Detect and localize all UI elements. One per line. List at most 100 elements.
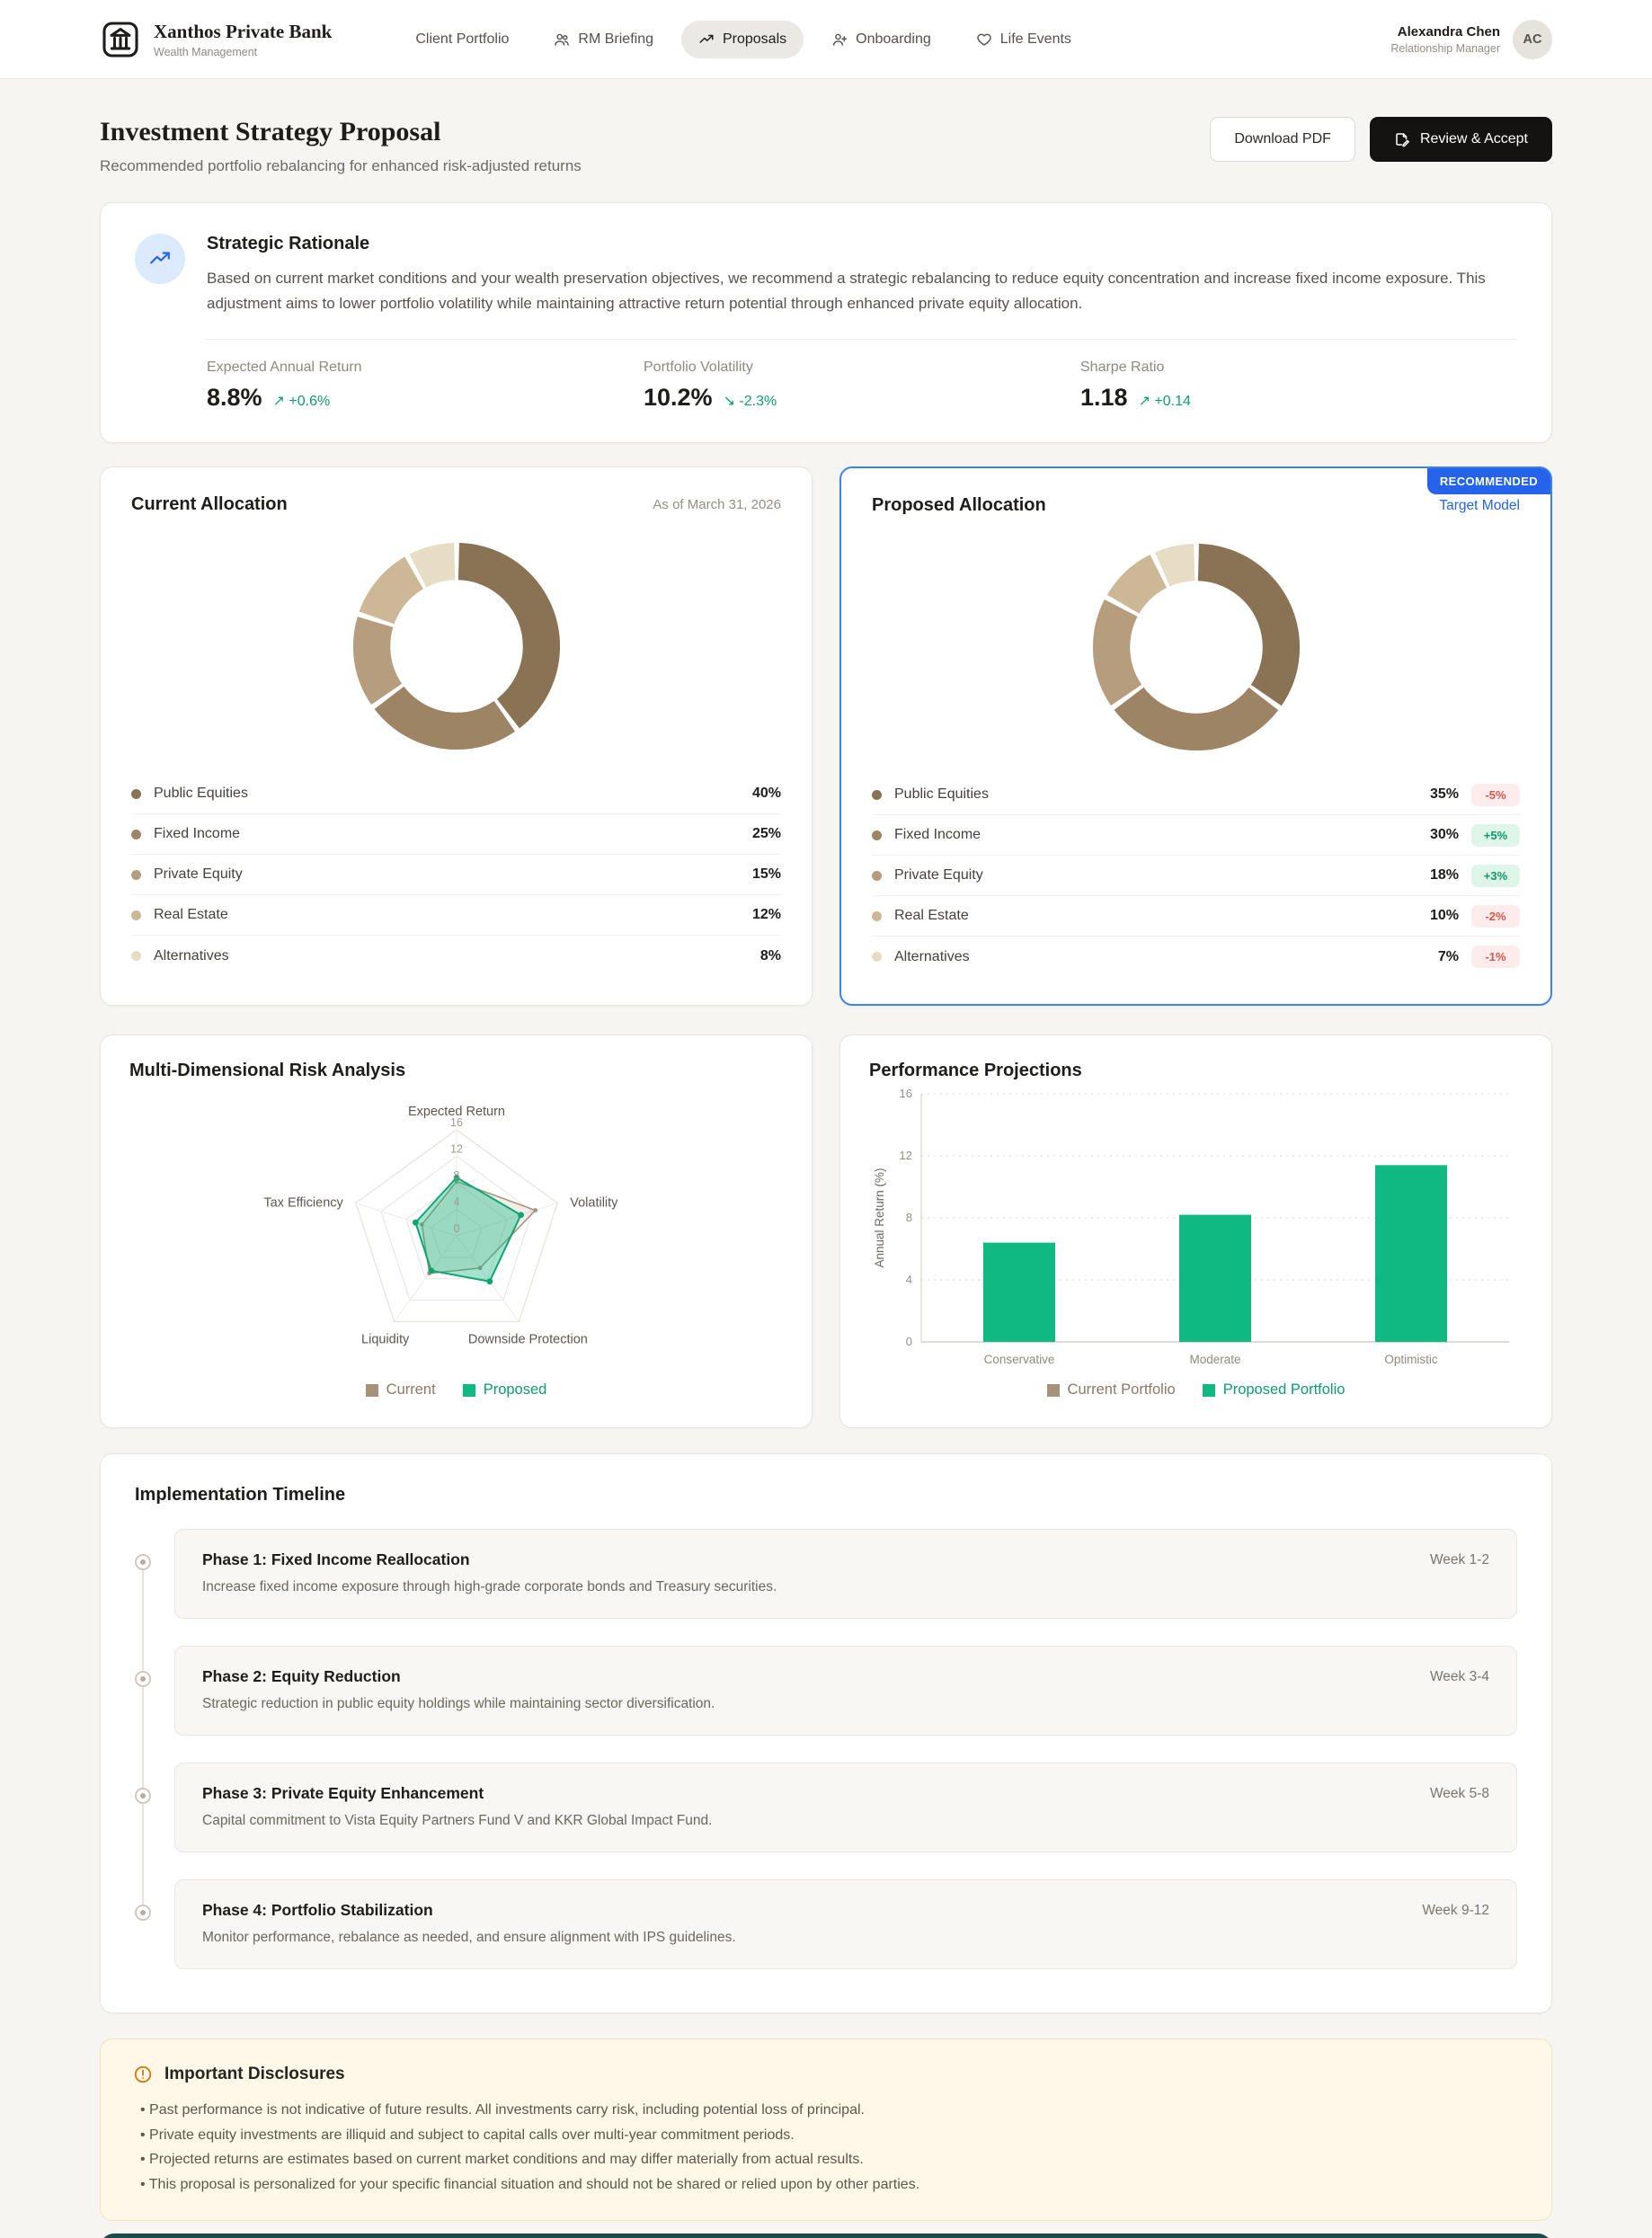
proposed-allocation-donut-chart xyxy=(1090,541,1302,753)
review-accept-label: Review & Accept xyxy=(1420,131,1528,147)
timeline-phase-phase-2-equity-reduction: Phase 2: Equity ReductionWeek 3-4Strateg… xyxy=(135,1646,1517,1736)
allocation-legend-row-alternatives: Alternatives7%-1% xyxy=(872,937,1520,977)
target-model-link[interactable]: Target Model xyxy=(1439,498,1520,514)
timeline-phase-week: Week 3-4 xyxy=(1430,1669,1489,1685)
risk-radar-chart: 0481216Expected ReturnVolatilityDownside… xyxy=(129,1081,784,1378)
footer-bar xyxy=(100,2234,1552,2238)
rationale-title: Strategic Rationale xyxy=(207,234,1517,254)
risk-analysis-card: Multi-Dimensional Risk Analysis 0481216E… xyxy=(100,1035,813,1428)
heart-icon xyxy=(976,31,992,48)
timeline-phase-phase-4-portfolio-stabilization: Phase 4: Portfolio StabilizationWeek 9-1… xyxy=(135,1879,1517,1969)
legend-dot xyxy=(872,830,882,840)
legend-percent: 18% xyxy=(1412,867,1459,884)
risk-analysis-title: Multi-Dimensional Risk Analysis xyxy=(129,1061,783,1081)
legend-dot xyxy=(131,951,141,961)
rationale-metrics: Expected Annual Return8.8%↗ +0.6%Portfol… xyxy=(207,360,1517,412)
user-menu[interactable]: Alexandra Chen Relationship Manager AC xyxy=(1390,20,1552,59)
timeline-phase-box: Phase 2: Equity ReductionWeek 3-4Strateg… xyxy=(174,1646,1517,1736)
svg-text:Liquidity: Liquidity xyxy=(361,1333,410,1347)
svg-text:4: 4 xyxy=(454,1196,460,1209)
nav-item-onboarding[interactable]: Onboarding xyxy=(814,21,948,58)
svg-text:Tax Efficiency: Tax Efficiency xyxy=(263,1196,343,1211)
trend-up-icon xyxy=(135,234,185,284)
timeline-phase-header: Phase 2: Equity Reduction Week 3-4 xyxy=(202,1667,1489,1686)
user-name: Alexandra Chen xyxy=(1390,24,1500,40)
page-title: Investment Strategy Proposal xyxy=(100,117,582,147)
metric-delta: ↗ +0.6% xyxy=(273,392,331,410)
allocation-legend-row-private-equity: Private Equity15% xyxy=(131,855,781,895)
legend-percent: 10% xyxy=(1412,908,1459,924)
page-header: Investment Strategy Proposal Recommended… xyxy=(100,117,1552,175)
legend-swatch xyxy=(1047,1384,1060,1397)
disclosure-item: Past performance is not indicative of fu… xyxy=(140,2098,1519,2123)
current-allocation-title: Current Allocation xyxy=(131,494,288,515)
legend-percent: 30% xyxy=(1412,827,1459,843)
legend-label: Public Equities xyxy=(154,786,734,802)
nav-item-client-portfolio[interactable]: Client Portfolio xyxy=(398,21,526,58)
legend-label: Private Equity xyxy=(894,867,1412,884)
projections-bar-chart: 0481216ConservativeModerateOptimisticAnn… xyxy=(869,1081,1523,1378)
legend-percent: 35% xyxy=(1412,786,1459,803)
legend-percent: 15% xyxy=(734,866,781,883)
legend-dot xyxy=(872,911,882,921)
allocation-legend-row-alternatives: Alternatives8% xyxy=(131,936,781,976)
timeline-phase-title: Phase 2: Equity Reduction xyxy=(202,1667,401,1686)
top-navigation: Xanthos Private Bank Wealth Management C… xyxy=(0,0,1652,79)
nav-item-life-events[interactable]: Life Events xyxy=(959,21,1088,58)
svg-text:Expected Return: Expected Return xyxy=(408,1105,505,1119)
projections-legend: Current PortfolioProposed Portfolio xyxy=(869,1381,1523,1399)
current-allocation-legend: Public Equities40%Fixed Income25%Private… xyxy=(131,774,781,976)
timeline-phase-description: Capital commitment to Vista Equity Partn… xyxy=(202,1813,1489,1829)
legend-label: Alternatives xyxy=(894,949,1412,965)
download-pdf-button[interactable]: Download PDF xyxy=(1210,117,1355,162)
nav-item-label: Client Portfolio xyxy=(415,31,509,48)
legend-dot xyxy=(131,870,141,880)
metric-number: 1.18 xyxy=(1080,384,1128,412)
nav-item-proposals[interactable]: Proposals xyxy=(681,21,804,58)
current-allocation-card: Current Allocation As of March 31, 2026 … xyxy=(100,466,813,1006)
brand[interactable]: Xanthos Private Bank Wealth Management xyxy=(100,19,332,60)
nav-item-label: Onboarding xyxy=(856,31,931,48)
disclosure-item: Private equity investments are illiquid … xyxy=(140,2123,1519,2148)
svg-text:12: 12 xyxy=(450,1143,463,1156)
timeline-phase-week: Week 1-2 xyxy=(1430,1552,1489,1568)
legend-label: Alternatives xyxy=(154,948,734,964)
nav-item-rm-briefing[interactable]: RM Briefing xyxy=(537,21,671,58)
metric-label: Expected Annual Return xyxy=(207,360,644,376)
svg-text:4: 4 xyxy=(906,1273,912,1286)
avatar[interactable]: AC xyxy=(1513,20,1552,59)
legend-entry-label: Current Portfolio xyxy=(1068,1381,1176,1399)
legend-swatch xyxy=(366,1384,378,1397)
legend-label: Public Equities xyxy=(894,786,1412,803)
timeline-phase-week: Week 5-8 xyxy=(1430,1786,1489,1802)
legend-label: Private Equity xyxy=(154,866,734,883)
timeline-phase-title: Phase 3: Private Equity Enhancement xyxy=(202,1784,484,1803)
as-of-date: As of March 31, 2026 xyxy=(653,497,781,512)
legend-label: Fixed Income xyxy=(154,826,734,842)
divider xyxy=(207,339,1517,340)
timeline-title: Implementation Timeline xyxy=(135,1485,1517,1505)
metric-number: 10.2% xyxy=(644,384,713,412)
timeline-marker-icon xyxy=(135,1788,151,1804)
svg-text:8: 8 xyxy=(454,1169,460,1182)
timeline-phase-title: Phase 4: Portfolio Stabilization xyxy=(202,1901,433,1920)
metric-portfolio-volatility: Portfolio Volatility10.2%↘ -2.3% xyxy=(644,360,1080,412)
timeline-marker-icon xyxy=(135,1554,151,1570)
proposed-allocation-card: RECOMMENDED Proposed Allocation Target M… xyxy=(839,466,1552,1006)
current-allocation-donut-chart xyxy=(351,540,563,752)
timeline-phase-phase-3-private-equity-enhancement: Phase 3: Private Equity Enhancement Week … xyxy=(135,1763,1517,1852)
legend-entry-current-portfolio: Current Portfolio xyxy=(1047,1381,1176,1399)
legend-label: Real Estate xyxy=(894,908,1412,924)
svg-text:Annual Return (%): Annual Return (%) xyxy=(873,1168,886,1268)
legend-percent: 25% xyxy=(734,826,781,842)
review-accept-button[interactable]: Review & Accept xyxy=(1370,117,1552,162)
rationale-body: Based on current market conditions and y… xyxy=(207,266,1492,315)
recommended-badge: RECOMMENDED xyxy=(1427,468,1550,494)
metric-expected-annual-return: Expected Annual Return8.8%↗ +0.6% xyxy=(207,360,644,412)
timeline-phase-header: Phase 4: Portfolio StabilizationWeek 9-1… xyxy=(202,1901,1489,1920)
allocation-row: Current Allocation As of March 31, 2026 … xyxy=(100,466,1552,1006)
trend-icon xyxy=(698,31,715,48)
allocation-legend-row-real-estate: Real Estate10%-2% xyxy=(872,896,1520,937)
svg-text:Moderate: Moderate xyxy=(1189,1353,1240,1366)
timeline-phase-box: Phase 1: Fixed Income ReallocationWeek 1… xyxy=(174,1529,1517,1619)
